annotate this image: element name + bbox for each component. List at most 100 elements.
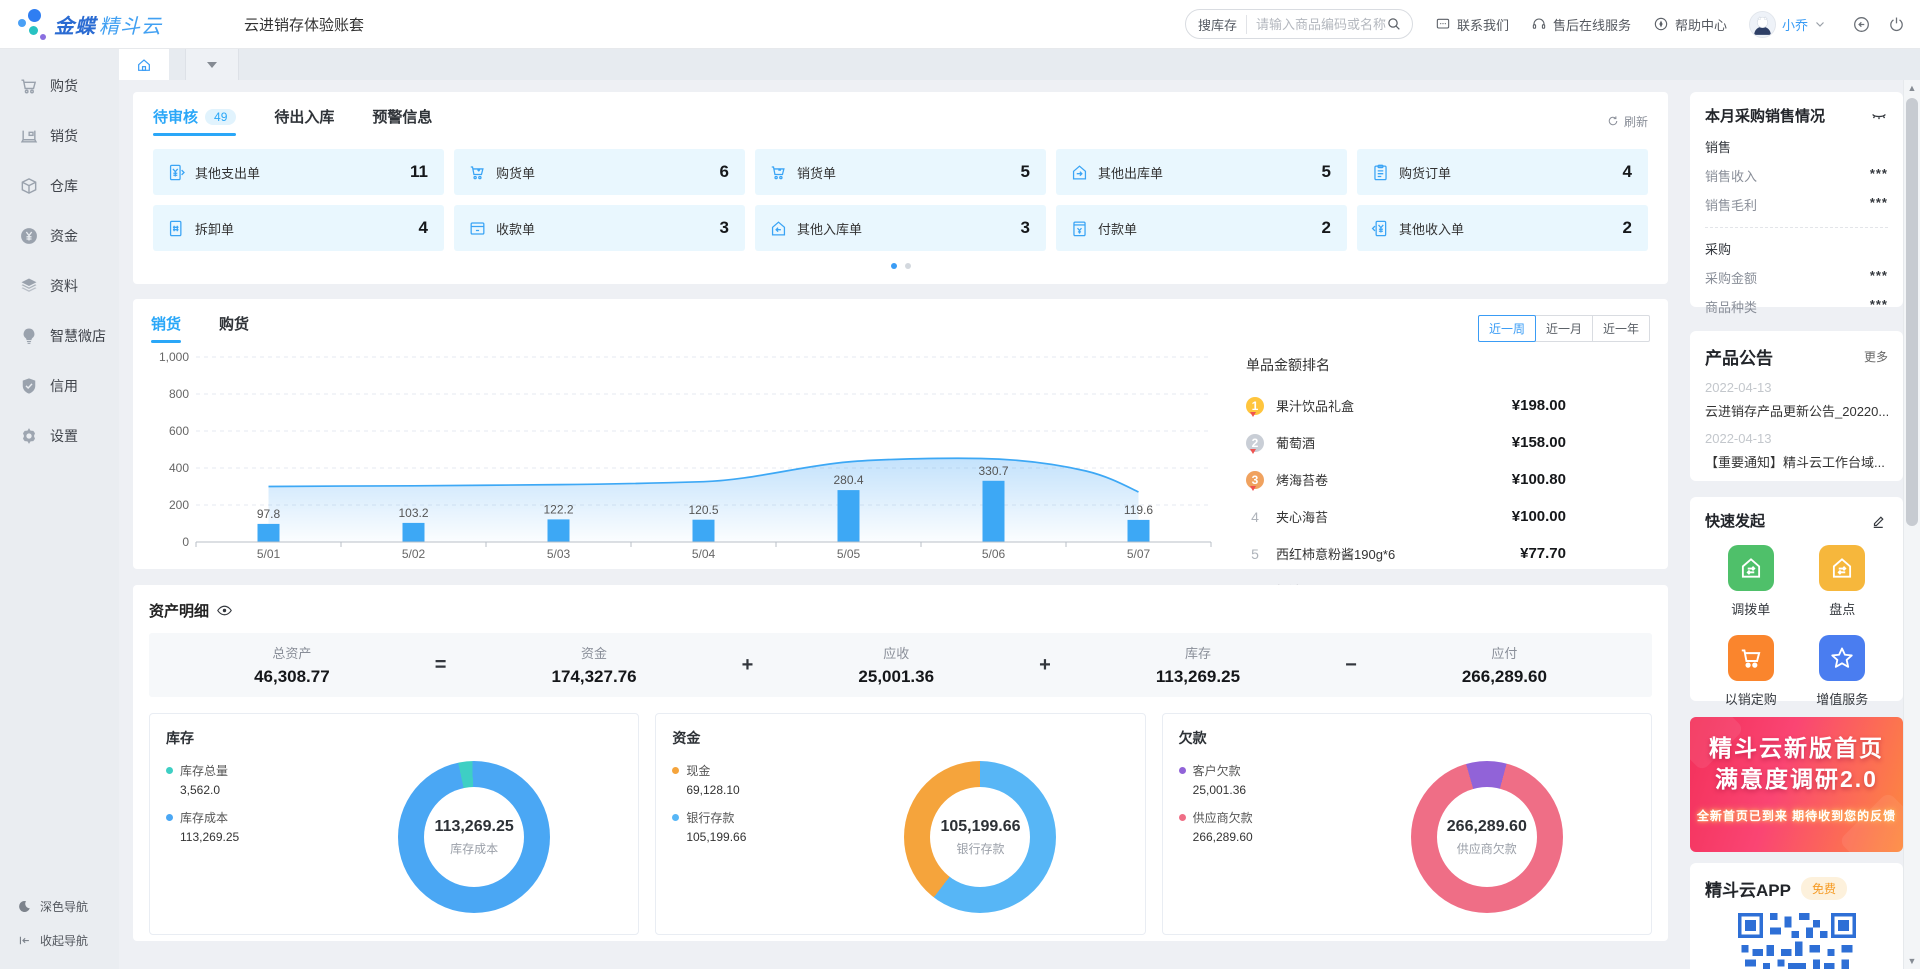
- quick-action-transfer[interactable]: 调拨单: [1705, 545, 1797, 618]
- brand-logo[interactable]: 金蝶 精斗云: [16, 7, 186, 41]
- collapse-nav-button[interactable]: 收起导航: [0, 923, 119, 957]
- after-sales-service-link[interactable]: 售后在线服务: [1531, 15, 1631, 34]
- svg-text:5/03: 5/03: [547, 547, 571, 561]
- refresh-button[interactable]: 刷新: [1607, 113, 1648, 130]
- ranking-row[interactable]: 3 烤海苔卷 ¥100.80: [1246, 461, 1566, 498]
- scroll-down-arrow[interactable]: ▼: [1904, 953, 1920, 969]
- period-month-button[interactable]: 近一月: [1535, 315, 1593, 342]
- quick-action-vas[interactable]: 增值服务: [1797, 635, 1889, 708]
- tab-sales[interactable]: 销货: [151, 313, 181, 343]
- payment-doc-icon: [1070, 219, 1089, 238]
- dark-nav-toggle[interactable]: 深色导航: [0, 889, 119, 923]
- ranking-row[interactable]: 5 西红柿意粉酱190g*6 ¥77.70: [1246, 535, 1566, 572]
- pagination-dot[interactable]: [905, 263, 911, 269]
- avatar[interactable]: [1749, 11, 1776, 38]
- doc-expense-icon: [167, 163, 186, 182]
- pending-count: 3: [720, 218, 729, 238]
- pending-count-badge: 49: [205, 109, 236, 125]
- pending-pagination: [153, 263, 1648, 269]
- pending-card-receipt[interactable]: 收款单 3: [454, 205, 745, 251]
- pending-card-sales-order[interactable]: 销货单 5: [755, 149, 1046, 195]
- sidebar-item-warehouse[interactable]: 仓库: [0, 161, 119, 211]
- tab-list-dropdown[interactable]: [185, 49, 239, 80]
- quick-action-purchase-by-sales[interactable]: 以销定购: [1705, 635, 1797, 708]
- scroll-up-arrow[interactable]: ▲: [1904, 80, 1920, 96]
- period-year-button[interactable]: 近一年: [1592, 315, 1650, 342]
- survey-banner[interactable]: 精斗云新版首页 满意度调研2.0 全新首页已到来 期待收到您的反馈: [1690, 717, 1903, 852]
- after-sales-label: 售后在线服务: [1553, 15, 1631, 34]
- user-menu[interactable]: 小乔: [1749, 11, 1826, 38]
- sidebar-item-data[interactable]: 资料: [0, 261, 119, 311]
- period-toggle-group: 近一周 近一月 近一年: [1478, 315, 1650, 342]
- svg-text:600: 600: [169, 424, 189, 438]
- quick-action-stocktake[interactable]: 盘点: [1797, 545, 1889, 618]
- svg-text:5/06: 5/06: [982, 547, 1006, 561]
- pending-card-payment[interactable]: 付款单 2: [1056, 205, 1347, 251]
- pending-card-purchase-order[interactable]: 购货单 6: [454, 149, 745, 195]
- svg-text:200: 200: [169, 498, 189, 512]
- inventory-search[interactable]: 搜库存: [1185, 9, 1413, 39]
- sidebar-item-sales[interactable]: 销货: [0, 111, 119, 161]
- account-title: 云进销存体验账套: [244, 14, 364, 35]
- funds-donut-chart[interactable]: 105,199.66 银行存款: [904, 761, 1056, 913]
- pending-card-other-inbound[interactable]: 其他入库单 3: [755, 205, 1046, 251]
- legend-item: 库存成本 113,269.25: [166, 809, 326, 844]
- search-icon[interactable]: [1386, 16, 1402, 32]
- ranking-row[interactable]: 2 葡萄酒 ¥158.00: [1246, 424, 1566, 461]
- pencil-icon[interactable]: [1870, 512, 1888, 530]
- contact-us-link[interactable]: 联系我们: [1435, 15, 1509, 34]
- quick-actions-panel: 快速发起 调拨单: [1690, 497, 1903, 701]
- pending-card-other-outbound[interactable]: 其他出库单 5: [1056, 149, 1347, 195]
- free-badge: 免费: [1801, 877, 1847, 900]
- pending-card-other-income[interactable]: 其他收入单 2: [1357, 205, 1648, 251]
- inventory-donut-chart[interactable]: 113,269.25 库存成本: [398, 761, 550, 913]
- sidebar-item-purchase[interactable]: 购货: [0, 61, 119, 111]
- tab-purchase[interactable]: 购货: [219, 313, 249, 343]
- help-center-link[interactable]: 帮助中心: [1653, 15, 1727, 34]
- pending-card-purchase-po[interactable]: 购货订单 4: [1357, 149, 1648, 195]
- sales-bar-area-chart[interactable]: 0 200 400 600 800 1,000: [151, 347, 1236, 562]
- stat-inventory: 库存 113,269.25: [1156, 643, 1240, 687]
- stat-total-assets: 总资产 46,308.77: [254, 643, 330, 687]
- tab-home[interactable]: [119, 49, 169, 80]
- scrollbar-thumb[interactable]: [1906, 98, 1918, 526]
- back-circle-icon[interactable]: [1852, 15, 1871, 34]
- ranking-row[interactable]: 4 夹心海苔 ¥100.00: [1246, 498, 1566, 535]
- more-link[interactable]: 更多: [1864, 348, 1888, 365]
- pending-card-disassembly[interactable]: 拆卸单 4: [153, 205, 444, 251]
- qr-code: [1738, 913, 1856, 969]
- tab-pending-approval[interactable]: 待审核 49: [153, 106, 236, 136]
- announcement-link[interactable]: 【重要通知】精斗云工作台域...: [1705, 452, 1888, 471]
- svg-text:122.2: 122.2: [543, 503, 573, 517]
- sidebar-item-smart-store[interactable]: 智慧微店: [0, 311, 119, 361]
- moon-icon: [17, 899, 32, 914]
- home-icon: [136, 57, 152, 73]
- search-input[interactable]: [1256, 17, 1386, 32]
- sidebar-item-funds[interactable]: 资金: [0, 211, 119, 261]
- svg-text:280.4: 280.4: [833, 473, 863, 487]
- dropdown-caret-icon: [207, 62, 217, 68]
- svg-text:5/01: 5/01: [257, 547, 281, 561]
- pagination-dot[interactable]: [891, 263, 897, 269]
- pending-count: 2: [1623, 218, 1632, 238]
- ranking-row[interactable]: 1 果汁饮品礼盒 ¥198.00: [1246, 387, 1566, 424]
- pending-count: 4: [1623, 162, 1632, 182]
- star-icon: [1829, 645, 1855, 671]
- announcement-item: 2022-04-13 【重要通知】精斗云工作台域...: [1705, 431, 1888, 471]
- pending-count: 6: [720, 162, 729, 182]
- vertical-scrollbar[interactable]: ▲ ▼: [1903, 80, 1920, 969]
- stat-funds: 资金 174,327.76: [552, 643, 637, 687]
- tab-alerts[interactable]: 预警信息: [372, 106, 432, 136]
- sidebar-item-settings[interactable]: 设置: [0, 411, 119, 461]
- house-count-icon: [1829, 555, 1855, 581]
- search-scope-select[interactable]: 搜库存: [1198, 15, 1247, 34]
- announcement-link[interactable]: 云进销存产品更新公告_20220...: [1705, 401, 1888, 420]
- sidebar-item-credit[interactable]: 信用: [0, 361, 119, 411]
- period-week-button[interactable]: 近一周: [1478, 315, 1536, 342]
- eye-closed-icon[interactable]: [1870, 107, 1888, 125]
- tab-pending-inout[interactable]: 待出入库: [274, 106, 334, 136]
- pending-card-other-expense[interactable]: 其他支出单 11: [153, 149, 444, 195]
- debt-donut-chart[interactable]: 266,289.60 供应商欠款: [1411, 761, 1563, 913]
- power-icon[interactable]: [1887, 15, 1906, 34]
- eye-icon[interactable]: [216, 602, 233, 619]
